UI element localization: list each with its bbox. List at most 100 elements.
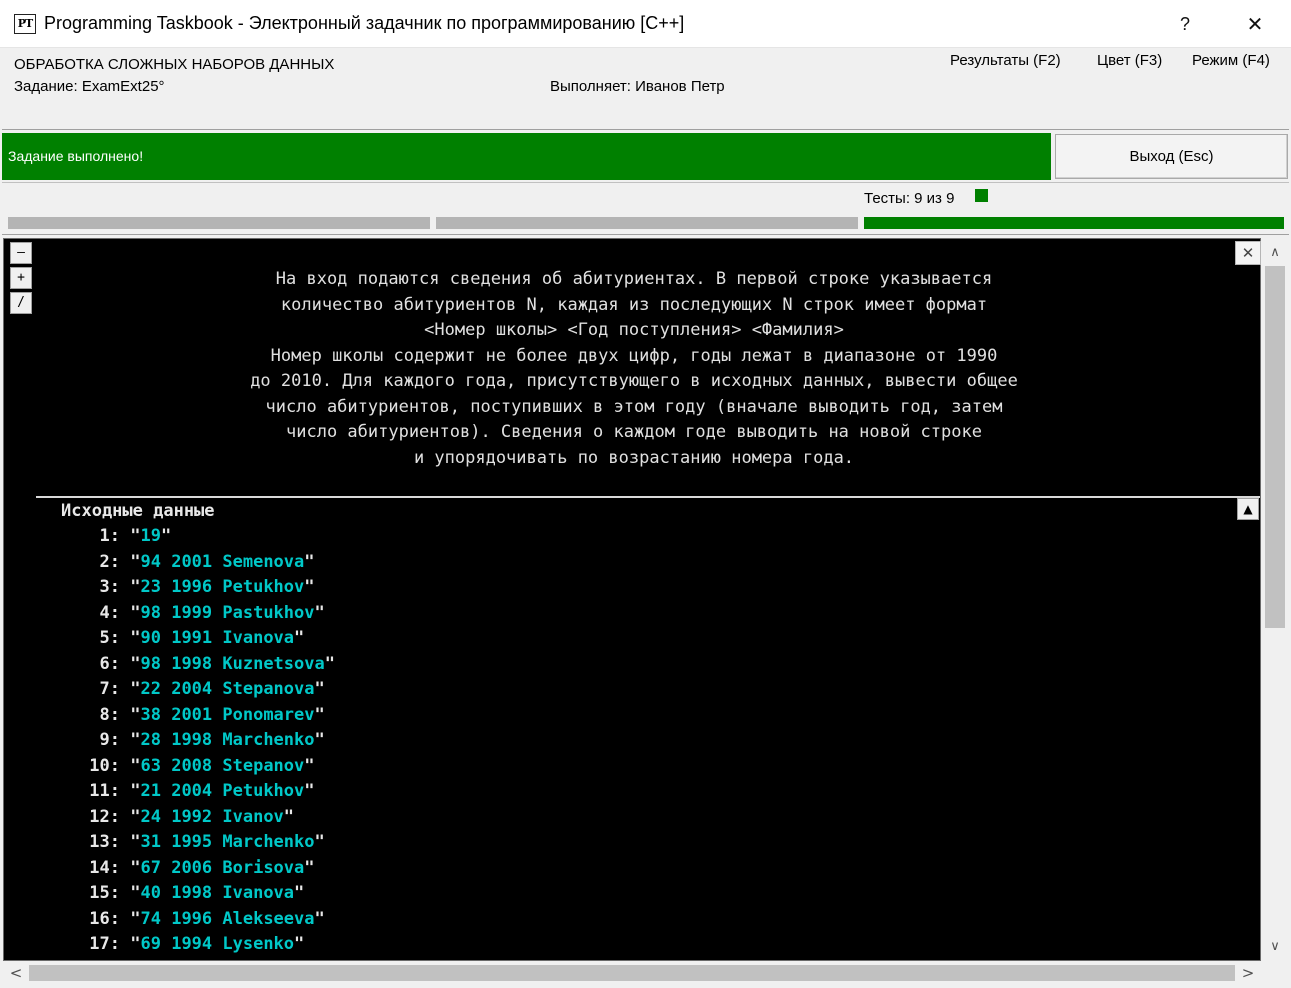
list-item: 14: "67 2006 Borisova" (24, 856, 335, 882)
quote-mark: " (294, 883, 305, 903)
row-value: 69 1994 Lysenko (140, 934, 295, 954)
quote-mark: " (130, 781, 141, 801)
quote-mark: " (283, 806, 295, 827)
console-close-button[interactable]: ✕ (1235, 241, 1261, 265)
task-description: На вход подаются сведения об абитуриента… (36, 267, 1232, 471)
list-item: 5: "90 1991 Ivanova" (24, 626, 335, 652)
quote-mark: " (304, 755, 315, 776)
row-number: 10: (89, 755, 120, 776)
task-name: Задание: ExamExt25° (14, 78, 165, 95)
quote-mark: " (130, 602, 141, 623)
quote-mark: " (130, 653, 141, 674)
list-item: 8: "38 2001 Ponomarev" (24, 703, 335, 729)
quote-mark: " (304, 577, 315, 597)
color-button[interactable]: Цвет (F3) (1097, 52, 1162, 69)
quote-mark: " (130, 526, 141, 546)
exit-button[interactable]: Выход (Esc) (1055, 134, 1288, 179)
row-value: 94 2001 Semenova (140, 551, 305, 572)
scroll-right-arrow-icon[interactable]: > (1237, 961, 1259, 985)
list-item: 9: "28 1998 Marchenko" (24, 728, 335, 754)
quote-mark: " (304, 857, 315, 878)
quote-mark: " (130, 832, 141, 852)
row-value: 40 1998 Ivanova (140, 883, 295, 903)
row-number: 15: (89, 883, 120, 903)
quote-mark: " (294, 628, 305, 648)
quote-mark: " (130, 806, 141, 827)
quote-mark: " (314, 704, 325, 725)
row-value: 38 2001 Ponomarev (140, 704, 315, 725)
row-number: 5: (99, 628, 120, 648)
row-value: 98 1999 Pastukhov (140, 602, 315, 623)
quote-mark: " (304, 781, 315, 801)
row-value: 74 1996 Alekseeva (140, 908, 315, 929)
scroll-left-arrow-icon[interactable]: < (5, 961, 27, 985)
row-number: 11: (89, 781, 120, 801)
row-number: 1: (99, 526, 120, 546)
quote-mark: " (130, 908, 141, 929)
row-value: 31 1995 Marchenko (140, 832, 315, 852)
row-value: 28 1998 Marchenko (140, 730, 315, 750)
task-line: количество абитуриентов N, каждая из пос… (280, 294, 988, 315)
quote-mark: " (130, 551, 141, 572)
row-number: 2: (99, 551, 120, 572)
row-number: 17: (89, 934, 120, 954)
list-item: 15: "40 1998 Ivanova" (24, 881, 335, 907)
row-value: 19 (140, 526, 161, 546)
task-console: – + / На вход подаются сведения об абиту… (3, 238, 1261, 961)
task-line: до 2010. Для каждого года, присутствующе… (250, 371, 1018, 391)
tests-counter: Тесты: 9 из 9 (864, 190, 955, 207)
zoom-in-button[interactable]: + (10, 267, 32, 289)
results-button[interactable]: Результаты (F2) (950, 52, 1061, 69)
task-line: <Номер школы> <Год поступления> <Фамилия… (424, 320, 844, 340)
status-message: Задание выполнено! (8, 148, 144, 164)
task-info-panel: ОБРАБОТКА СЛОЖНЫХ НАБОРОВ ДАННЫХ Задание… (2, 48, 1289, 130)
row-number: 3: (99, 577, 120, 597)
list-item: 6: "98 1998 Kuznetsova" (24, 652, 335, 678)
quote-mark: " (130, 577, 141, 597)
list-item: 13: "31 1995 Marchenko" (24, 830, 335, 856)
list-item: 10: "63 2008 Stepanov" (24, 754, 335, 780)
window-close-button[interactable]: ✕ (1232, 8, 1278, 40)
row-value: 24 1992 Ivanov (140, 806, 284, 827)
quote-mark: " (130, 704, 141, 725)
quote-mark: " (304, 551, 315, 572)
quote-mark: " (130, 755, 141, 776)
row-value: 67 2006 Borisova (140, 857, 305, 878)
vertical-scroll-thumb[interactable] (1265, 266, 1285, 628)
help-button[interactable]: ? (1163, 8, 1207, 40)
row-value: 90 1991 Ivanova (140, 628, 295, 648)
list-item: 1: "19" (24, 524, 335, 550)
list-item: 16: "74 1996 Alekseeva" (24, 907, 335, 933)
quote-mark: " (314, 602, 325, 623)
list-item: 12: "24 1992 Ivanov" (24, 805, 335, 831)
tests-passed-indicator (975, 189, 988, 202)
mode-button[interactable]: Режим (F4) (1192, 52, 1270, 69)
section-scroll-up-button[interactable]: ▲ (1237, 498, 1259, 520)
horizontal-scrollbar[interactable]: < > (3, 961, 1261, 985)
list-item: 17: "69 1994 Lysenko" (24, 932, 335, 958)
input-data-title: Исходные данные (61, 501, 215, 521)
list-item: 2: "94 2001 Semenova" (24, 550, 335, 576)
quote-mark: " (130, 934, 141, 954)
status-bar: Задание выполнено! (2, 133, 1051, 180)
horizontal-scroll-thumb[interactable] (29, 965, 1235, 981)
row-value: 23 1996 Petukhov (140, 577, 305, 597)
quote-mark: " (130, 883, 141, 903)
app-logo-icon: PT (14, 14, 36, 34)
vertical-scrollbar[interactable]: ∧ ∨ (1261, 240, 1289, 961)
quote-mark: " (314, 730, 325, 750)
quote-mark: " (314, 832, 325, 852)
row-number: 7: (99, 679, 120, 699)
quote-mark: " (130, 857, 141, 878)
scroll-up-arrow-icon[interactable]: ∧ (1261, 242, 1289, 264)
zoom-out-button[interactable]: – (10, 242, 32, 264)
row-value: 63 2008 Stepanov (140, 755, 305, 776)
row-number: 4: (99, 602, 120, 623)
quote-mark: " (130, 730, 141, 750)
row-number: 14: (89, 857, 120, 878)
list-item: 11: "21 2004 Petukhov" (24, 779, 335, 805)
task-line: и упорядочивать по возрастанию номера го… (413, 447, 855, 468)
toggle-view-button[interactable]: / (10, 292, 32, 314)
scroll-down-arrow-icon[interactable]: ∨ (1261, 936, 1289, 958)
row-number: 9: (99, 730, 120, 750)
